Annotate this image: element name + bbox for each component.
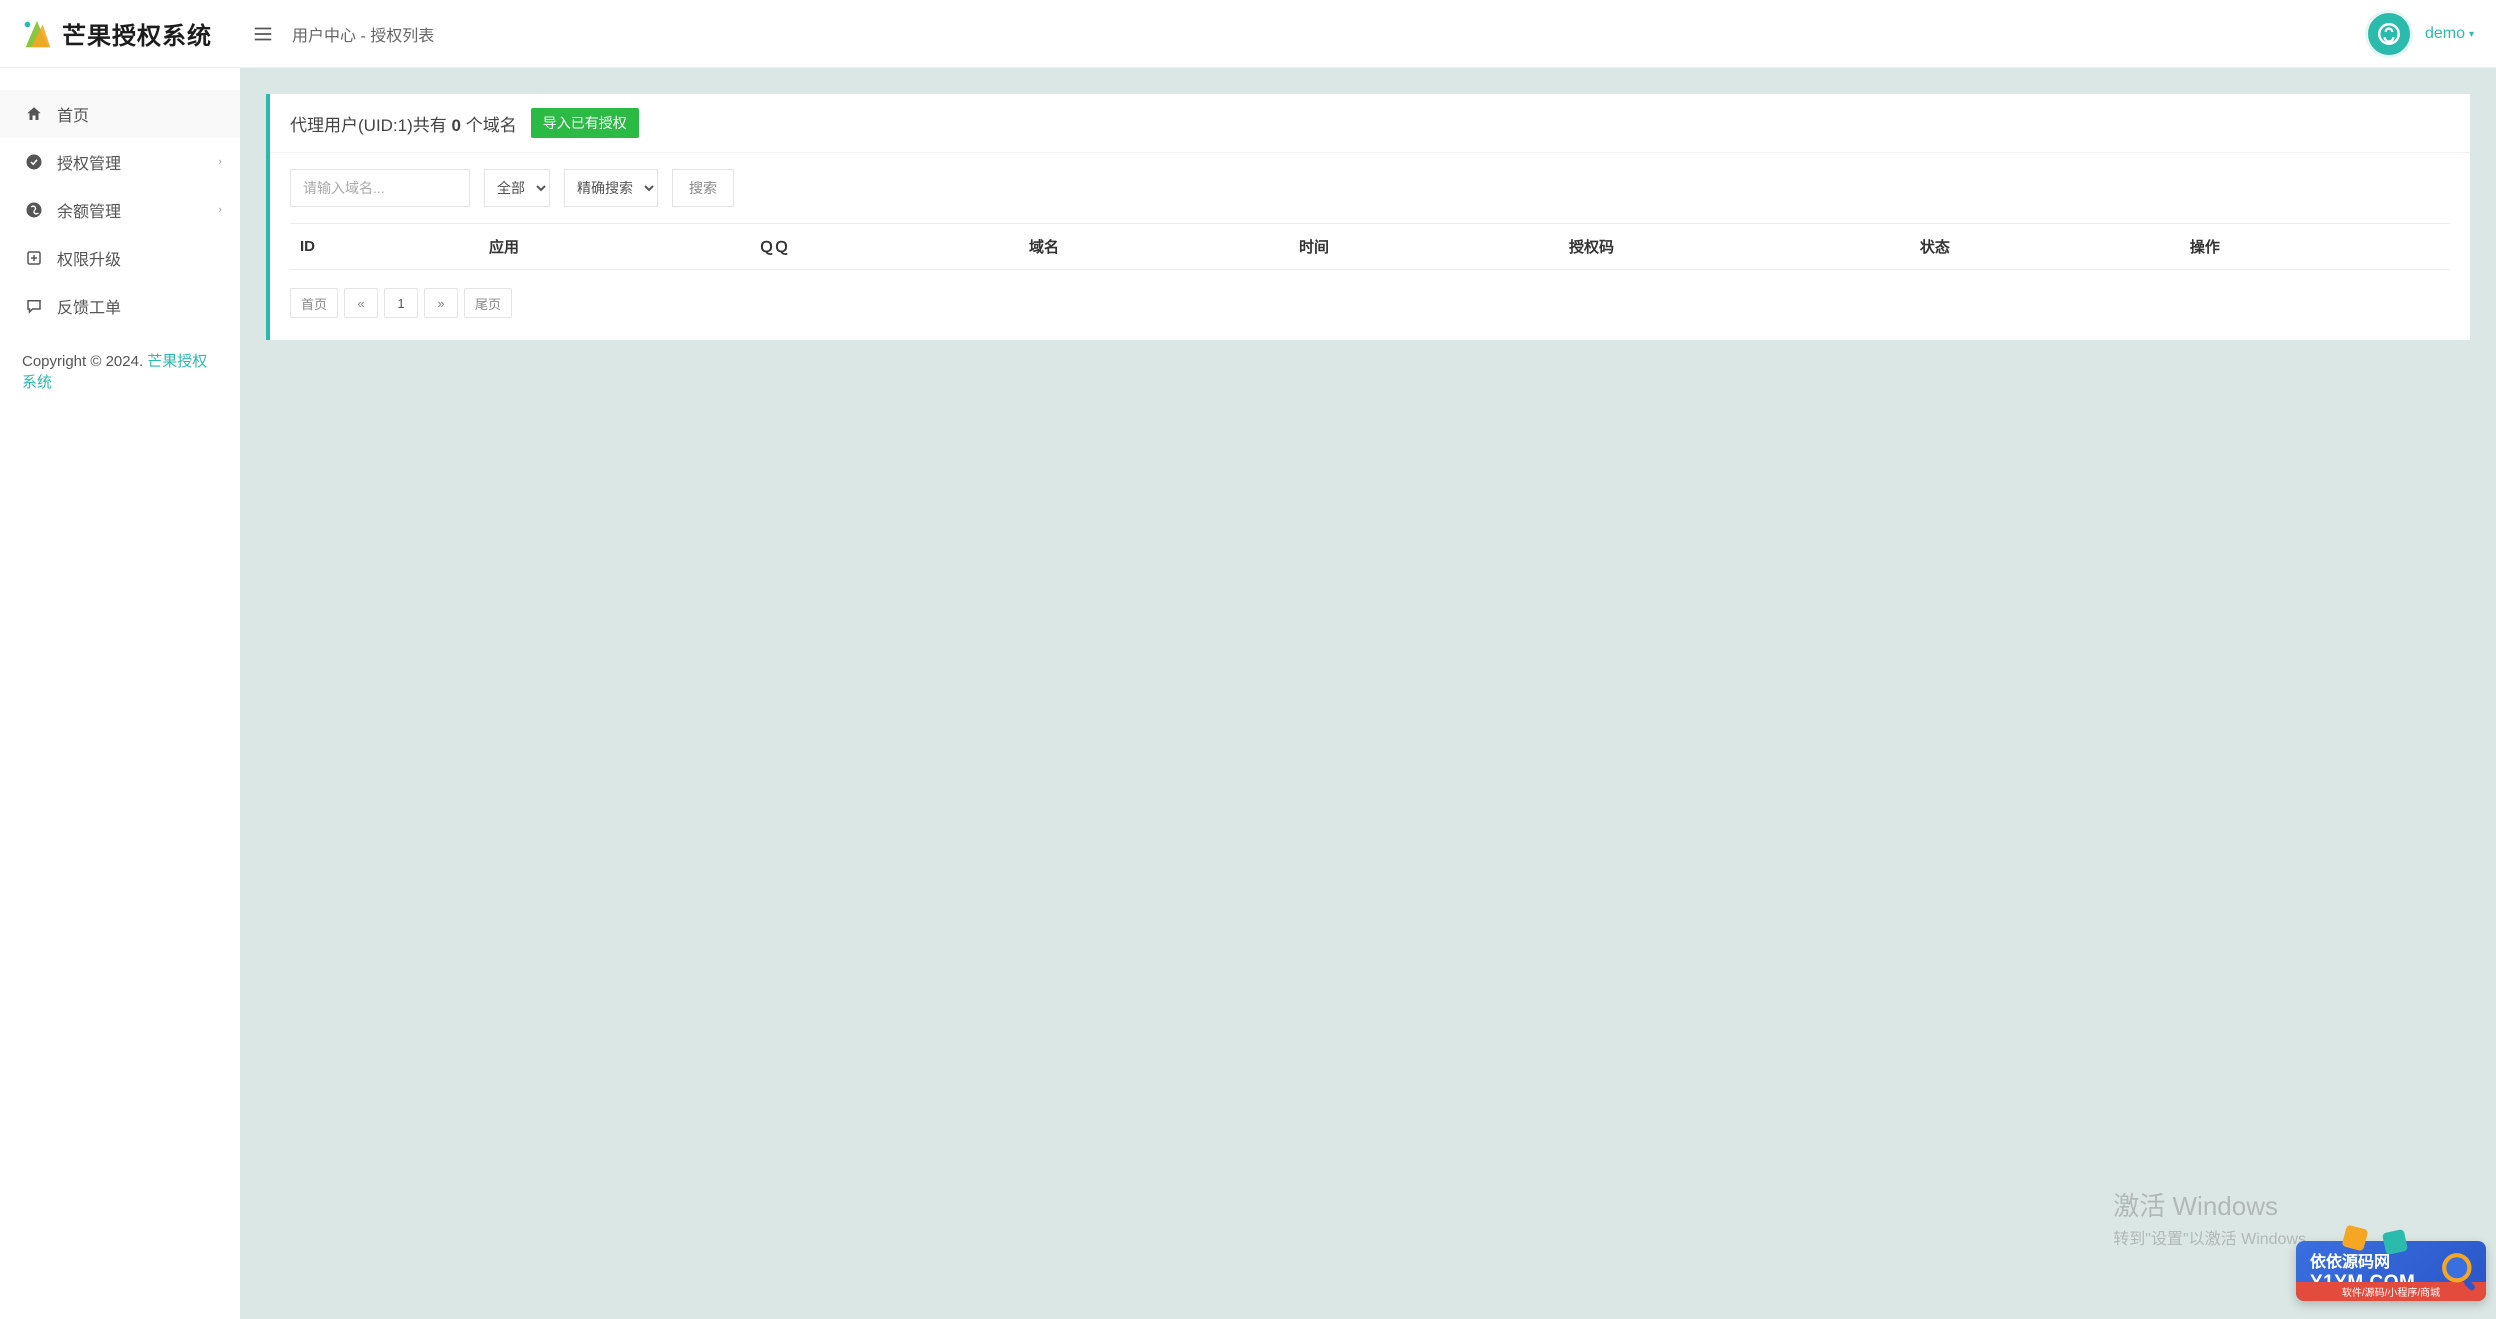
magnifier-icon [2440,1251,2482,1293]
domain-input[interactable] [290,169,470,207]
th-code: 授权码 [1559,224,1910,270]
panel-title-prefix: 代理用户(UID:1)共有 [290,116,452,135]
th-id: ID [290,224,479,270]
table-wrap: ID 应用 ＱＱ 域名 时间 授权码 状态 操作 [270,223,2470,270]
panel-title: 代理用户(UID:1)共有 0 个域名 [290,111,517,136]
corner-line1: 依依源码网 [2310,1248,2390,1272]
windows-watermark: 激活 Windows 转到"设置"以激活 Windows [2113,1186,2306,1249]
sidebar-item-label: 反馈工单 [57,294,121,318]
page-first[interactable]: 首页 [290,288,338,318]
sidebar-item-label: 首页 [57,102,89,126]
panel-title-suffix: 个域名 [461,116,517,135]
search-button[interactable]: 搜索 [672,169,734,207]
sidebar-item-label: 权限升级 [57,246,121,270]
copyright-text: Copyright © 2024. [22,353,147,370]
corner-badge: 依依源码网 Y1YM.COM 软件/源码/小程序/商城 [2296,1241,2486,1301]
sidebar-item-balance[interactable]: 余额管理 › [0,186,240,234]
page-1[interactable]: 1 [384,288,418,318]
th-time: 时间 [1289,224,1559,270]
filter-row: 全部 精确搜索 搜索 [270,153,2470,223]
sidebar-item-upgrade[interactable]: 权限升级 [0,234,240,282]
avatar[interactable] [2365,10,2413,58]
sidebar: 首页 授权管理 › 余额管理 › 权限升级 反馈工单 Copyright © 2… [0,68,240,1319]
breadcrumb: 用户中心 - 授权列表 [292,22,434,46]
main: 代理用户(UID:1)共有 0 个域名 导入已有授权 全部 精确搜索 搜索 ID… [240,68,2496,1319]
pagination: 首页 « 1 » 尾页 [270,270,2470,340]
sidebar-item-label: 授权管理 [57,150,121,174]
check-circle-icon [25,153,43,171]
sidebar-item-label: 余额管理 [57,198,121,222]
chat-icon [25,297,43,315]
chevron-down-icon: ▾ [2469,29,2474,40]
panel-header: 代理用户(UID:1)共有 0 个域名 导入已有授权 [270,94,2470,153]
logo-icon [18,15,56,53]
import-button[interactable]: 导入已有授权 [531,108,639,138]
th-action: 操作 [2180,224,2450,270]
chevron-right-icon: › [218,204,222,216]
chevron-right-icon: › [218,156,222,168]
menu-toggle-icon[interactable] [252,23,274,45]
panel: 代理用户(UID:1)共有 0 个域名 导入已有授权 全部 精确搜索 搜索 ID… [266,94,2470,340]
logo-area: 芒果授权系统 [0,15,240,53]
th-domain: 域名 [1019,224,1289,270]
logo-text: 芒果授权系统 [62,16,212,51]
copyright: Copyright © 2024. 芒果授权系统 [0,330,240,412]
page-prev[interactable]: « [344,288,378,318]
sidebar-item-auth[interactable]: 授权管理 › [0,138,240,186]
domain-count: 0 [452,116,461,135]
page-next[interactable]: » [424,288,458,318]
plus-square-icon [25,249,43,267]
filter-match-select[interactable]: 精确搜索 [564,169,658,207]
topbar-right: demo ▾ [2365,0,2474,68]
topbar: 芒果授权系统 用户中心 - 授权列表 demo ▾ [0,0,2496,68]
user-menu[interactable]: demo ▾ [2425,25,2474,43]
th-qq: ＱＱ [749,224,1019,270]
balance-icon [25,201,43,219]
filter-app-select[interactable]: 全部 [484,169,550,207]
home-icon [25,105,43,123]
watermark-line2: 转到"设置"以激活 Windows [2113,1225,2306,1249]
auth-table: ID 应用 ＱＱ 域名 时间 授权码 状态 操作 [290,223,2450,270]
nav: 首页 授权管理 › 余额管理 › 权限升级 反馈工单 [0,68,240,330]
sidebar-item-feedback[interactable]: 反馈工单 [0,282,240,330]
th-status: 状态 [1910,224,2180,270]
watermark-line1: 激活 Windows [2113,1186,2306,1223]
page-last[interactable]: 尾页 [464,288,512,318]
username: demo [2425,25,2465,43]
th-app: 应用 [479,224,749,270]
sidebar-item-home[interactable]: 首页 [0,90,240,138]
